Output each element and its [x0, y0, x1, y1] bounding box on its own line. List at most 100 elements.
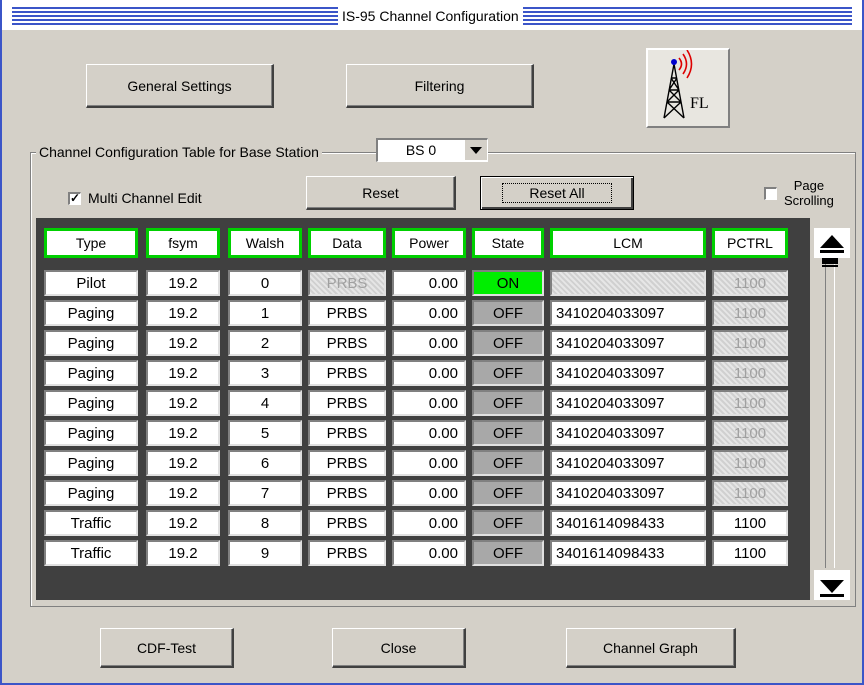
cell-state[interactable]: ON: [472, 270, 544, 296]
cell-power[interactable]: 0.00: [392, 480, 466, 506]
cell-lcm[interactable]: 3410204033097: [550, 300, 706, 326]
column-header-type: Type: [44, 228, 138, 258]
cell-type[interactable]: Paging: [44, 420, 138, 446]
cell-data[interactable]: PRBS: [308, 300, 386, 326]
scroll-thumb[interactable]: [822, 258, 838, 264]
chevron-down-icon[interactable]: [465, 140, 487, 160]
cell-type[interactable]: Paging: [44, 330, 138, 356]
cell-power[interactable]: 0.00: [392, 270, 466, 296]
cell-fsym[interactable]: 19.2: [146, 300, 220, 326]
cell-walsh[interactable]: 7: [228, 480, 302, 506]
cell-walsh[interactable]: 3: [228, 360, 302, 386]
cell-state[interactable]: OFF: [472, 540, 544, 566]
scroll-track[interactable]: [825, 262, 835, 568]
cell-fsym[interactable]: 19.2: [146, 270, 220, 296]
cell-fsym[interactable]: 19.2: [146, 480, 220, 506]
cell-type[interactable]: Traffic: [44, 540, 138, 566]
cell-pctrl[interactable]: 1100: [712, 510, 788, 536]
cell-state[interactable]: OFF: [472, 300, 544, 326]
cell-state[interactable]: OFF: [472, 450, 544, 476]
cell-fsym[interactable]: 19.2: [146, 390, 220, 416]
cell-walsh[interactable]: 4: [228, 390, 302, 416]
cell-lcm[interactable]: 3410204033097: [550, 390, 706, 416]
cell-pctrl[interactable]: 1100: [712, 480, 788, 506]
cell-walsh[interactable]: 0: [228, 270, 302, 296]
cell-data[interactable]: PRBS: [308, 420, 386, 446]
cell-state[interactable]: OFF: [472, 330, 544, 356]
cell-power[interactable]: 0.00: [392, 300, 466, 326]
cell-type[interactable]: Traffic: [44, 510, 138, 536]
cell-fsym[interactable]: 19.2: [146, 360, 220, 386]
cell-power[interactable]: 0.00: [392, 450, 466, 476]
scroll-up-button[interactable]: [814, 228, 850, 258]
cell-data[interactable]: PRBS: [308, 390, 386, 416]
page-scrolling-label: Page Scrolling: [784, 178, 834, 208]
title-bar[interactable]: IS-95 Channel Configuration: [2, 0, 862, 30]
cell-fsym[interactable]: 19.2: [146, 510, 220, 536]
cell-data[interactable]: PRBS: [308, 450, 386, 476]
cell-lcm[interactable]: 3410204033097: [550, 360, 706, 386]
cell-pctrl[interactable]: 1100: [712, 390, 788, 416]
cell-data[interactable]: PRBS: [308, 360, 386, 386]
page-scrolling-checkbox[interactable]: [764, 187, 777, 200]
scroll-thumb-line: [822, 265, 838, 267]
tower-icon: FL: [646, 48, 730, 128]
cell-fsym[interactable]: 19.2: [146, 330, 220, 356]
scroll-down-button[interactable]: [814, 570, 850, 600]
cell-fsym[interactable]: 19.2: [146, 450, 220, 476]
cell-power[interactable]: 0.00: [392, 390, 466, 416]
cell-pctrl[interactable]: 1100: [712, 450, 788, 476]
cell-lcm[interactable]: 3401614098433: [550, 510, 706, 536]
cell-lcm[interactable]: 3401614098433: [550, 540, 706, 566]
cell-state[interactable]: OFF: [472, 390, 544, 416]
cell-type[interactable]: Pilot: [44, 270, 138, 296]
cell-lcm[interactable]: 3410204033097: [550, 330, 706, 356]
cdf-test-button[interactable]: CDF-Test: [100, 628, 234, 668]
cell-power[interactable]: 0.00: [392, 540, 466, 566]
cell-lcm[interactable]: 3410204033097: [550, 480, 706, 506]
cell-type[interactable]: Paging: [44, 360, 138, 386]
cell-state[interactable]: OFF: [472, 480, 544, 506]
reset-all-button[interactable]: Reset All: [480, 176, 634, 210]
cell-pctrl[interactable]: 1100: [712, 330, 788, 356]
cell-walsh[interactable]: 8: [228, 510, 302, 536]
cell-power[interactable]: 0.00: [392, 510, 466, 536]
cell-walsh[interactable]: 5: [228, 420, 302, 446]
close-button[interactable]: Close: [332, 628, 466, 668]
cell-data[interactable]: PRBS: [308, 270, 386, 296]
cell-pctrl[interactable]: 1100: [712, 270, 788, 296]
cell-power[interactable]: 0.00: [392, 420, 466, 446]
cell-walsh[interactable]: 6: [228, 450, 302, 476]
cell-power[interactable]: 0.00: [392, 330, 466, 356]
cell-state[interactable]: OFF: [472, 420, 544, 446]
cell-data[interactable]: PRBS: [308, 330, 386, 356]
filtering-button[interactable]: Filtering: [346, 64, 534, 108]
cell-fsym[interactable]: 19.2: [146, 540, 220, 566]
cell-state[interactable]: OFF: [472, 510, 544, 536]
cell-data[interactable]: PRBS: [308, 480, 386, 506]
cell-state[interactable]: OFF: [472, 360, 544, 386]
cell-walsh[interactable]: 2: [228, 330, 302, 356]
reset-button[interactable]: Reset: [306, 176, 456, 210]
cell-walsh[interactable]: 1: [228, 300, 302, 326]
cell-power[interactable]: 0.00: [392, 360, 466, 386]
cell-pctrl[interactable]: 1100: [712, 420, 788, 446]
cell-lcm[interactable]: 3410204033097: [550, 420, 706, 446]
cell-type[interactable]: Paging: [44, 480, 138, 506]
cell-fsym[interactable]: 19.2: [146, 420, 220, 446]
cell-type[interactable]: Paging: [44, 300, 138, 326]
cell-data[interactable]: PRBS: [308, 510, 386, 536]
general-settings-button[interactable]: General Settings: [86, 64, 274, 108]
cell-lcm[interactable]: 3410204033097: [550, 450, 706, 476]
base-station-select[interactable]: BS 0: [376, 138, 488, 162]
cell-pctrl[interactable]: 1100: [712, 540, 788, 566]
multi-channel-edit-checkbox[interactable]: ✓: [68, 192, 81, 205]
cell-lcm[interactable]: [550, 270, 706, 296]
cell-pctrl[interactable]: 1100: [712, 300, 788, 326]
cell-data[interactable]: PRBS: [308, 540, 386, 566]
cell-pctrl[interactable]: 1100: [712, 360, 788, 386]
cell-walsh[interactable]: 9: [228, 540, 302, 566]
cell-type[interactable]: Paging: [44, 450, 138, 476]
channel-graph-button[interactable]: Channel Graph: [566, 628, 736, 668]
cell-type[interactable]: Paging: [44, 390, 138, 416]
